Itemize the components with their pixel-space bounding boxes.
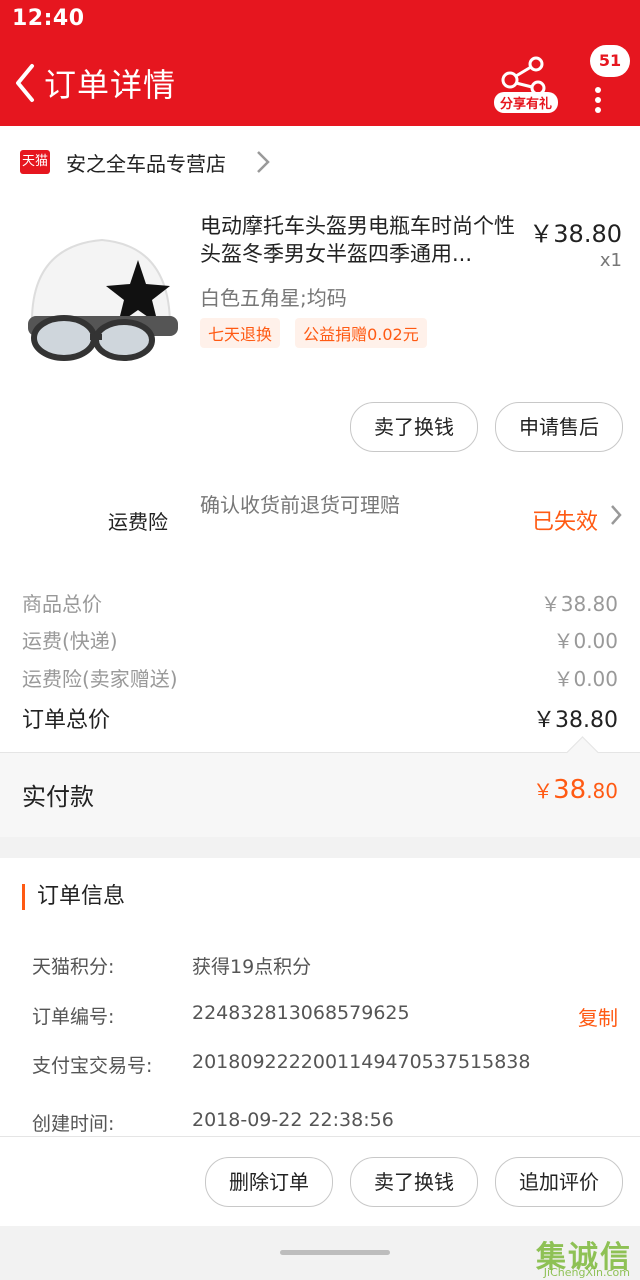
product-quantity: x1 — [599, 250, 622, 271]
tag-return: 七天退换 — [200, 318, 281, 348]
info-key: 支付宝交易号: — [32, 1055, 153, 1077]
bottom-action-bar: 删除订单 卖了换钱 追加评价 — [0, 1136, 640, 1227]
sell-for-cash-button[interactable]: 卖了换钱 — [350, 402, 478, 452]
status-bar: 12:40 — [0, 0, 640, 40]
amount-paid-integer: 38 — [553, 775, 587, 805]
amount-paid-currency: ￥ — [533, 779, 554, 803]
tmall-icon: 天猫 — [20, 150, 50, 174]
share-button[interactable]: 分享有礼 — [492, 54, 558, 116]
product-thumbnail[interactable] — [20, 216, 182, 378]
amount-paid-row: 实付款 ￥38.80 — [0, 736, 640, 837]
share-label: 分享有礼 — [494, 92, 558, 113]
insurance-description: 确认收货前退货可理赔 — [200, 493, 400, 517]
info-value: 获得19点积分 — [192, 956, 312, 978]
order-total-row: 订单总价 ￥38.80 — [22, 702, 618, 734]
product-title[interactable]: 电动摩托车头盔男电瓶车时尚个性头盔冬季男女半盔四季通用... — [200, 212, 530, 268]
price-row: 商品总价 ￥38.80 — [22, 588, 618, 617]
price-row-label: 运费(快递) — [22, 629, 118, 653]
after-sales-button[interactable]: 申请售后 — [495, 402, 623, 452]
info-key: 创建时间: — [32, 1113, 115, 1135]
amount-paid-decimal: .80 — [586, 779, 618, 803]
copy-button[interactable]: 复制 — [578, 1002, 618, 1031]
price-row: 运费险(卖家赠送) ￥0.00 — [22, 663, 618, 692]
price-row: 运费(快递) ￥0.00 — [22, 625, 618, 654]
sell-for-cash-button[interactable]: 卖了换钱 — [350, 1157, 478, 1207]
info-value: 2018092222001149470537515838 — [192, 1051, 531, 1073]
insurance-status: 已失效 — [531, 510, 598, 535]
shipping-insurance-row[interactable]: 运费险 确认收货前退货可理赔 已失效 — [0, 468, 640, 568]
watermark-url: JiChengXin.com — [543, 1266, 630, 1279]
price-row-label: 商品总价 — [22, 592, 102, 616]
price-row-value: ￥38.80 — [540, 592, 618, 616]
product-price: ￥38.80 — [529, 220, 622, 248]
price-row-value: ￥0.00 — [553, 667, 618, 691]
title-bar: 订单详情 分享有礼 — [0, 40, 640, 126]
price-summary: 商品总价 ￥38.80 运费(快递) ￥0.00 运费险(卖家赠送) ￥0.00… — [0, 568, 640, 752]
order-info-title: 订单信息 — [22, 884, 125, 910]
chevron-right-icon — [610, 504, 622, 532]
product-tags: 七天退换 公益捐赠0.02元 — [200, 318, 437, 348]
delete-order-button[interactable]: 删除订单 — [205, 1157, 333, 1207]
back-icon[interactable] — [8, 58, 48, 108]
message-badge[interactable]: 51 — [590, 45, 630, 77]
store-row[interactable]: 天猫 安之全车品专营店 — [0, 126, 640, 198]
price-row-value: ￥0.00 — [553, 629, 618, 653]
app-header: 12:40 订单详情 分享有礼 51 — [0, 0, 640, 126]
amount-paid-value: ￥38.80 — [533, 775, 618, 805]
home-indicator[interactable] — [280, 1250, 390, 1255]
amount-paid-label: 实付款 — [22, 783, 94, 811]
price-row-label: 运费险(卖家赠送) — [22, 667, 178, 691]
status-time: 12:40 — [12, 6, 85, 31]
info-value: 224832813068579625 — [192, 1002, 410, 1024]
order-info-section: 订单信息 天猫积分: 获得19点积分 订单编号: 224832813068579… — [0, 858, 640, 1136]
tag-charity: 公益捐赠0.02元 — [295, 318, 427, 348]
info-value: 2018-09-22 22:38:56 — [192, 1109, 394, 1131]
page-title: 订单详情 — [44, 66, 177, 104]
store-name: 安之全车品专营店 — [66, 152, 226, 176]
order-total-label: 订单总价 — [22, 708, 111, 733]
insurance-label: 运费险 — [108, 510, 168, 534]
info-key: 天猫积分: — [32, 956, 115, 978]
order-total-value: ￥38.80 — [533, 708, 618, 733]
info-key: 订单编号: — [32, 1006, 115, 1028]
product-card: 电动摩托车头盔男电瓶车时尚个性头盔冬季男女半盔四季通用... ￥38.80 x1… — [0, 198, 640, 468]
product-variant: 白色五角星;均码 — [200, 286, 347, 310]
chevron-right-icon — [256, 150, 270, 180]
add-review-button[interactable]: 追加评价 — [495, 1157, 623, 1207]
